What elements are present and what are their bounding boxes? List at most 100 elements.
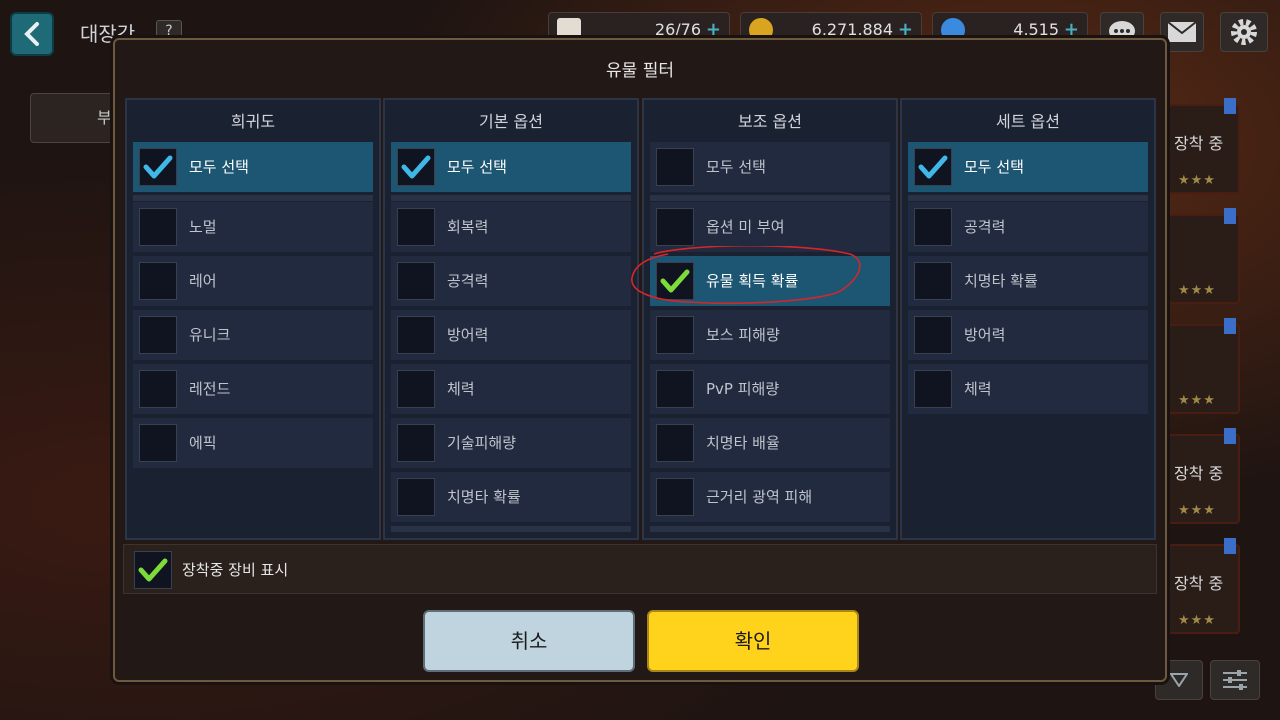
checkbox[interactable] [397, 262, 435, 300]
option-row[interactable]: 기술피해량 [391, 418, 631, 468]
bookmark-icon [1224, 318, 1236, 334]
cancel-button[interactable]: 취소 [423, 610, 635, 672]
stamina-value: 26/76 [654, 19, 701, 39]
option-row[interactable]: PvP 피해량 [650, 364, 890, 414]
base-option-column: 기본 옵션 모두 선택 회복력 공격력 방어력 체력 기술피해량 치명타 확률 [383, 98, 639, 540]
checkmark-icon [143, 155, 173, 179]
option-row[interactable]: 체력 [908, 364, 1148, 414]
gem-value: 4,515 [1013, 19, 1059, 39]
set-option-column: 세트 옵션 모두 선택 공격력 치명타 확률 방어력 체력 [900, 98, 1156, 540]
option-row[interactable]: 치명타 확률 [908, 256, 1148, 306]
triangle-down-icon [1170, 673, 1188, 687]
checkbox[interactable] [139, 148, 177, 186]
left-tab[interactable]: 부 [30, 93, 116, 143]
bookmark-icon [1224, 98, 1236, 114]
checkbox[interactable] [914, 316, 952, 354]
checkbox[interactable] [139, 262, 177, 300]
checkbox[interactable] [656, 478, 694, 516]
checkbox[interactable] [914, 370, 952, 408]
option-list: 모두 선택 노멀 레어 유니크 레전드 에픽 [133, 142, 373, 528]
checkbox[interactable] [656, 148, 694, 186]
checkbox[interactable] [656, 208, 694, 246]
bookmark-icon [1224, 428, 1236, 444]
checkbox[interactable] [397, 316, 435, 354]
side-item-card[interactable]: ★★★ [1168, 318, 1240, 414]
checkbox[interactable] [397, 424, 435, 462]
checkbox[interactable] [914, 262, 952, 300]
checkbox[interactable] [139, 208, 177, 246]
add-stamina-button[interactable]: + [706, 19, 721, 40]
option-row[interactable]: 회복력 [391, 202, 631, 252]
checkbox[interactable] [397, 148, 435, 186]
checkbox[interactable] [397, 478, 435, 516]
option-row[interactable]: 유니크 [133, 310, 373, 360]
option-row-selected[interactable]: 유물 획득 확률 [650, 256, 890, 306]
select-all-base[interactable]: 모두 선택 [391, 142, 631, 192]
select-all-set[interactable]: 모두 선택 [908, 142, 1148, 192]
checkbox[interactable] [656, 370, 694, 408]
divider [908, 195, 1148, 201]
side-item-card[interactable]: ★★★ [1168, 208, 1240, 304]
checkbox[interactable] [139, 316, 177, 354]
side-item-card[interactable]: 장착 중 ★★★ [1168, 538, 1240, 634]
checkbox[interactable] [134, 551, 172, 589]
select-all-sub[interactable]: 모두 선택 [650, 142, 890, 192]
filter-button[interactable] [1210, 660, 1260, 700]
side-item-card[interactable]: 장착 중 ★★★ [1168, 428, 1240, 524]
option-row[interactable]: 근거리 광역 피해 [650, 472, 890, 522]
list-end-bar [650, 526, 890, 532]
option-row[interactable]: 공격력 [391, 256, 631, 306]
modal-title: 유물 필터 [606, 61, 674, 81]
option-row[interactable]: 에픽 [133, 418, 373, 468]
gear-icon [1231, 19, 1257, 45]
star-rating: ★★★ [1178, 283, 1216, 298]
option-row[interactable]: 레전드 [133, 364, 373, 414]
option-row[interactable]: 레어 [133, 256, 373, 306]
option-row[interactable]: 체력 [391, 364, 631, 414]
option-row[interactable]: 치명타 확률 [391, 472, 631, 522]
star-rating: ★★★ [1178, 503, 1216, 518]
option-list: 모두 선택 공격력 치명타 확률 방어력 체력 [908, 142, 1148, 528]
option-row[interactable]: 노멀 [133, 202, 373, 252]
checkmark-icon [918, 155, 948, 179]
column-header: 세트 옵션 [996, 112, 1060, 131]
column-header: 보조 옵션 [738, 112, 802, 131]
option-row[interactable]: 방어력 [908, 310, 1148, 360]
checkbox[interactable] [656, 316, 694, 354]
checkbox[interactable] [656, 424, 694, 462]
checkbox[interactable] [139, 370, 177, 408]
add-gem-button[interactable]: + [1064, 19, 1079, 40]
option-row[interactable]: 보스 피해량 [650, 310, 890, 360]
checkmark-icon [660, 269, 690, 293]
bookmark-icon [1224, 208, 1236, 224]
divider [650, 195, 890, 201]
back-button[interactable] [10, 12, 54, 56]
option-row[interactable]: 옵션 미 부여 [650, 202, 890, 252]
add-gold-button[interactable]: + [898, 19, 913, 40]
show-equipped-toggle[interactable]: 장착중 장비 표시 [123, 544, 1157, 594]
option-row[interactable]: 공격력 [908, 202, 1148, 252]
checkbox[interactable] [656, 262, 694, 300]
checkbox[interactable] [914, 208, 952, 246]
chevron-left-icon [24, 22, 39, 46]
gold-value: 6,271,884 [811, 19, 893, 39]
settings-button[interactable] [1220, 12, 1268, 52]
star-rating: ★★★ [1178, 393, 1216, 408]
sub-option-column: 보조 옵션 모두 선택 옵션 미 부여 유물 획득 확률 보스 피해량 PvP … [642, 98, 898, 540]
list-end-bar [391, 526, 631, 532]
checkbox[interactable] [397, 370, 435, 408]
select-all-rarity[interactable]: 모두 선택 [133, 142, 373, 192]
checkbox[interactable] [914, 148, 952, 186]
checkmark-icon [138, 558, 168, 582]
column-header: 희귀도 [230, 112, 276, 131]
checkbox[interactable] [139, 424, 177, 462]
star-rating: ★★★ [1178, 173, 1216, 188]
checkbox[interactable] [397, 208, 435, 246]
artifact-filter-modal: 유물 필터 희귀도 모두 선택 노멀 레어 유니크 레전드 에픽 기본 옵션 모… [113, 38, 1167, 682]
option-row[interactable]: 방어력 [391, 310, 631, 360]
option-row[interactable]: 치명타 배율 [650, 418, 890, 468]
side-item-card[interactable]: 장착 중 ★★★ [1168, 98, 1240, 194]
confirm-button[interactable]: 확인 [647, 610, 859, 672]
column-header: 기본 옵션 [479, 112, 543, 131]
divider [391, 195, 631, 201]
